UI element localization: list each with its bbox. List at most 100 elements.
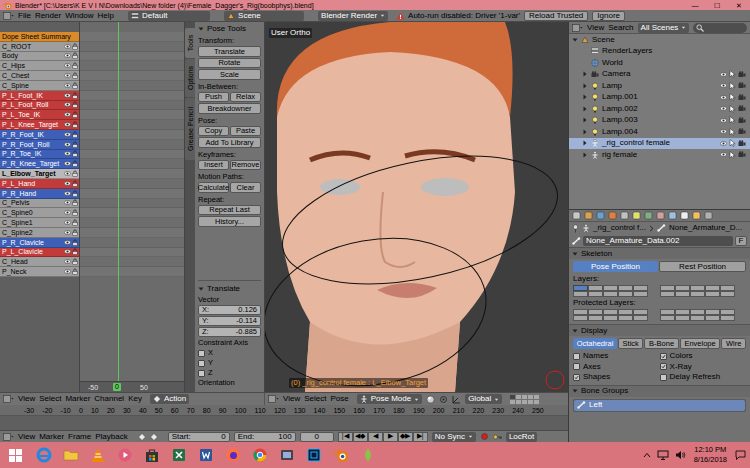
- layer-button[interactable]: [534, 395, 539, 399]
- checkbox[interactable]: [573, 363, 580, 370]
- checkbox[interactable]: [198, 360, 205, 367]
- sync-mode[interactable]: No Sync: [435, 433, 465, 441]
- layer-toggle[interactable]: [573, 291, 588, 297]
- outliner-row[interactable]: Lamp.003: [569, 115, 750, 127]
- channel-row[interactable]: P_R_Toe_IK: [0, 150, 79, 160]
- path-item[interactable]: _rig_control f...: [593, 224, 646, 232]
- expand-toggle[interactable]: [581, 151, 588, 158]
- scene-layers[interactable]: [510, 395, 539, 404]
- outliner-item-name[interactable]: rig female: [602, 151, 637, 159]
- layout-name[interactable]: Default: [142, 12, 167, 20]
- header-button[interactable]: Reload Trusted: [524, 11, 588, 21]
- keyframe-area[interactable]: -50050: [80, 22, 185, 392]
- mode-dropdown[interactable]: Action: [150, 394, 189, 404]
- outliner-item-name[interactable]: Lamp: [602, 82, 622, 90]
- layer-button[interactable]: [516, 395, 521, 399]
- tool-button[interactable]: Relax: [230, 92, 261, 103]
- menu-item[interactable]: Search: [608, 24, 633, 32]
- tool-shelf-tab[interactable]: Grease Pencil: [185, 98, 195, 160]
- layer-toggle[interactable]: [675, 291, 690, 297]
- expand-toggle[interactable]: [581, 140, 588, 147]
- clock-time[interactable]: 12:10 PM: [694, 445, 726, 455]
- layer-button[interactable]: [522, 400, 527, 404]
- channel-row[interactable]: C_Spine0: [0, 208, 79, 218]
- option-checkbox-row[interactable]: Delay Refresh: [660, 372, 747, 383]
- checkbox[interactable]: [573, 374, 580, 381]
- layer-toggle[interactable]: [690, 291, 705, 297]
- keying-set-dropdown[interactable]: LocRot: [506, 432, 537, 442]
- outliner-item-name[interactable]: Lamp.002: [602, 105, 638, 113]
- expand-toggle[interactable]: [581, 128, 588, 135]
- channel-row[interactable]: C_Pelvis: [0, 199, 79, 209]
- axis-checkbox-row[interactable]: Z: [198, 368, 261, 378]
- menu-item[interactable]: Pose: [330, 395, 348, 403]
- layer-toggle[interactable]: [720, 315, 735, 321]
- outliner-row[interactable]: RenderLayers: [569, 46, 750, 58]
- layer-button[interactable]: [534, 400, 539, 404]
- expand-toggle[interactable]: [581, 82, 588, 89]
- menu-item[interactable]: File: [18, 12, 31, 20]
- tool-button[interactable]: Remove: [230, 160, 261, 171]
- checkbox[interactable]: [660, 374, 667, 381]
- outliner-item-name[interactable]: Scene: [592, 36, 615, 44]
- search-field[interactable]: [693, 23, 747, 33]
- menu-item[interactable]: Frame: [68, 433, 91, 441]
- checkbox[interactable]: [660, 363, 667, 370]
- option-checkbox-row[interactable]: Axes: [573, 362, 660, 373]
- expand-toggle[interactable]: [581, 105, 588, 112]
- 3d-viewport[interactable]: User Ortho(0) _rig_control female : L_El…: [265, 22, 568, 392]
- menu-item[interactable]: Key: [128, 395, 142, 403]
- channel-row[interactable]: P_L_Knee_Target: [0, 120, 79, 130]
- menu-item[interactable]: Channel: [94, 395, 124, 403]
- tool-button[interactable]: Paste: [230, 126, 261, 137]
- outliner-row[interactable]: World: [569, 57, 750, 69]
- layer-toggle[interactable]: [690, 315, 705, 321]
- layer-button[interactable]: [528, 400, 533, 404]
- tool-button[interactable]: Clear: [230, 182, 261, 193]
- layer-toggle[interactable]: [588, 291, 603, 297]
- field-value[interactable]: 0.126: [238, 306, 257, 314]
- channel-row[interactable]: C_Head: [0, 257, 79, 267]
- outliner-row[interactable]: Scene: [569, 34, 750, 46]
- layer-toggle[interactable]: [660, 291, 675, 297]
- channel-row[interactable]: P_L_Foot_IK: [0, 91, 79, 101]
- vector-field[interactable]: Z:-0.885: [198, 327, 261, 337]
- menu-item[interactable]: Playback: [95, 433, 127, 441]
- current-frame-field[interactable]: 0: [300, 432, 334, 442]
- option-checkbox-row[interactable]: Shapes: [573, 372, 660, 383]
- tool-button[interactable]: Scale: [198, 69, 261, 80]
- channel-row[interactable]: P_R_Foot_Roll: [0, 140, 79, 150]
- tool-button[interactable]: History...: [198, 216, 261, 227]
- outliner-row[interactable]: _rig_control female: [569, 138, 750, 150]
- expand-toggle[interactable]: [571, 36, 578, 43]
- expand-toggle[interactable]: [581, 71, 588, 78]
- position-button[interactable]: Pose Position: [573, 261, 658, 272]
- menu-item[interactable]: Marker: [65, 395, 90, 403]
- layer-button[interactable]: [510, 395, 515, 399]
- current-frame-label[interactable]: 0: [113, 383, 121, 391]
- outliner-row[interactable]: Camera: [569, 69, 750, 81]
- layer-toggle[interactable]: [603, 291, 618, 297]
- path-item[interactable]: None_Armature_D...: [669, 224, 742, 232]
- tool-button[interactable]: Calculate: [198, 182, 229, 193]
- minimize-button[interactable]: —: [684, 0, 706, 10]
- channel-row[interactable]: P_R_Hand: [0, 189, 79, 199]
- outliner-item-name[interactable]: Camera: [602, 70, 630, 78]
- timeline[interactable]: -30-20-100102030405060708090100110120130…: [0, 405, 568, 430]
- layer-button[interactable]: [528, 395, 533, 399]
- menu-item[interactable]: Select: [39, 395, 61, 403]
- layer-toggle[interactable]: [633, 315, 648, 321]
- fake-user-button[interactable]: F: [735, 236, 747, 246]
- channel-row[interactable]: C_Hips: [0, 61, 79, 71]
- channel-row[interactable]: Body: [0, 52, 79, 62]
- layer-toggle[interactable]: [618, 315, 633, 321]
- mode-name[interactable]: Action: [164, 395, 186, 403]
- panel-header[interactable]: Skeleton: [569, 247, 750, 259]
- layout-selector[interactable]: Default: [128, 11, 210, 21]
- render-engine-dropdown[interactable]: Blender Render: [318, 11, 388, 21]
- layer-toggle[interactable]: [588, 315, 603, 321]
- display-mode[interactable]: All Scenes: [641, 24, 679, 32]
- channel-row[interactable]: P_R_Foot_IK: [0, 130, 79, 140]
- sync-dropdown[interactable]: No Sync: [432, 432, 476, 442]
- tab-label[interactable]: Options: [187, 66, 194, 90]
